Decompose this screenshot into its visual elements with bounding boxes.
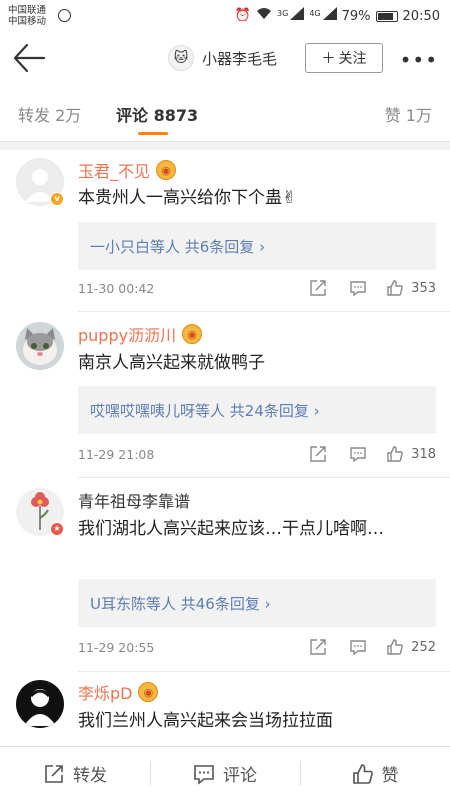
share-icon[interactable] <box>298 279 338 297</box>
plus-icon: ＋ <box>321 51 336 67</box>
carrier-info: 中国联通 中国移动 <box>8 5 46 27</box>
comment-item: v 玉君_不见 ◉ 本贵州人一高兴给你下个蛊✌ 一小只白等人 共6条回复 › 1… <box>0 150 450 312</box>
repost-icon <box>45 764 63 783</box>
vip-badge-icon: ◉ <box>156 160 177 180</box>
username-text[interactable]: 青年祖母李靠谱 <box>78 488 190 512</box>
tab-bar: 转发 2万 评论 8873 赞 1万 <box>0 84 450 142</box>
reply-icon[interactable] <box>338 445 378 463</box>
battery-icon <box>375 10 398 22</box>
thumbs-up-icon <box>352 763 373 784</box>
like-count: 318 <box>411 446 436 462</box>
comment-username[interactable]: 李烁pD ◉ <box>78 680 159 704</box>
comment-actions: 318 <box>298 445 436 463</box>
bottom-toolbar: 转发 评论 赞 <box>0 746 450 800</box>
reply-icon[interactable] <box>338 279 378 297</box>
like-button[interactable]: 318 <box>386 445 436 463</box>
title-bar: 🐱 小器李毛毛 ＋ 关注 ••• <box>0 32 450 84</box>
author-name[interactable]: 小器李毛毛 <box>202 48 277 69</box>
battery-percent: 79% <box>341 8 371 24</box>
comment-time: 11-29 20:55 <box>78 639 155 655</box>
network-3g-label: 3G <box>277 8 289 18</box>
comment-actions: 353 <box>298 279 436 297</box>
carrier-2: 中国移动 <box>8 16 47 27</box>
share-icon[interactable] <box>298 445 338 463</box>
comment-text: 我们湖北人高兴起来应该…干点儿啥啊… <box>78 519 384 539</box>
comment-text: 本贵州人一高兴给你下个蛊✌ <box>78 188 297 208</box>
like-count: 353 <box>411 280 436 296</box>
user-avatar[interactable] <box>16 680 64 728</box>
comment-button[interactable]: 评论 <box>150 747 300 800</box>
alarm-icon: ⏰ <box>234 8 252 23</box>
comment-item: puppy沥沥川 ◉ 南京人高兴起来就做鸭子 哎嘿哎嘿咦儿呀等人 共24条回复 … <box>0 312 450 478</box>
comment-text: 南京人高兴起来就做鸭子 <box>78 353 265 373</box>
like-post-button[interactable]: 赞 <box>300 747 450 800</box>
network-4g-label: 4G <box>309 8 321 18</box>
active-tab-indicator <box>138 132 168 135</box>
status-icons: ⏰ 3G 4G 79% 20:50 <box>234 6 440 26</box>
username-text[interactable]: 玉君_不见 <box>78 158 150 182</box>
comment-username[interactable]: 玉君_不见 ◉ <box>78 158 177 182</box>
back-button[interactable] <box>12 42 46 74</box>
carrier-1: 中国联通 <box>8 5 47 16</box>
user-avatar[interactable] <box>16 322 64 370</box>
verified-badge-icon: ★ <box>50 522 64 536</box>
like-label: 赞 <box>381 766 399 786</box>
share-icon[interactable] <box>298 638 338 656</box>
comment-item: 李烁pD ◉ 我们兰州人高兴起来会当场拉拉面 <box>0 672 450 746</box>
sim-icon <box>58 9 71 22</box>
username-text[interactable]: puppy沥沥川 <box>78 322 176 346</box>
vip-badge-icon: ◉ <box>182 324 203 344</box>
comment-username[interactable]: puppy沥沥川 ◉ <box>78 322 203 346</box>
person-avatar-icon <box>16 680 64 728</box>
vip-badge-icon: ◉ <box>138 682 159 702</box>
tab-repost[interactable]: 转发 2万 <box>18 102 81 126</box>
comment-username[interactable]: 青年祖母李靠谱 <box>78 488 190 512</box>
comment-item: ★ 青年祖母李靠谱 我们湖北人高兴起来应该…干点儿啥啊… U耳东陈等人 共46条… <box>0 478 450 672</box>
like-button[interactable]: 252 <box>386 638 436 656</box>
repost-label: 转发 <box>73 766 107 786</box>
section-divider <box>0 142 450 150</box>
signal-icon-2 <box>322 6 337 26</box>
author-info[interactable]: 🐱 小器李毛毛 <box>168 44 277 72</box>
follow-label: 关注 <box>338 51 367 67</box>
comment-icon <box>194 764 214 785</box>
comment-text: 我们兰州人高兴起来会当场拉拉面 <box>78 711 333 731</box>
thumbs-up-icon <box>387 280 403 296</box>
author-avatar[interactable]: 🐱 <box>168 45 194 71</box>
follow-button[interactable]: ＋ 关注 <box>305 43 383 73</box>
signal-icon-1 <box>290 6 305 26</box>
comment-time: 11-29 21:08 <box>78 446 155 462</box>
comment-meta: 11-29 20:55 252 <box>78 635 436 659</box>
status-bar: 中国联通 中国移动 ⏰ 3G 4G 79% 20:50 <box>0 0 450 32</box>
comment-time: 11-30 00:42 <box>78 280 155 296</box>
comment-meta: 11-29 21:08 318 <box>78 442 436 466</box>
comment-label: 评论 <box>223 766 257 786</box>
clock: 20:50 <box>402 8 440 24</box>
thumbs-up-icon <box>387 446 403 462</box>
comment-actions: 252 <box>298 638 436 656</box>
like-count: 252 <box>411 639 436 655</box>
tab-like[interactable]: 赞 1万 <box>385 102 432 126</box>
thumbs-up-icon <box>387 639 403 655</box>
repost-button[interactable]: 转发 <box>0 747 150 800</box>
like-button[interactable]: 353 <box>386 279 436 297</box>
cat-avatar-icon <box>16 322 64 370</box>
reply-summary[interactable]: 哎嘿哎嘿咦儿呀等人 共24条回复 › <box>78 386 436 434</box>
back-arrow-icon <box>13 43 46 73</box>
reply-summary[interactable]: U耳东陈等人 共46条回复 › <box>78 579 436 627</box>
username-text[interactable]: 李烁pD <box>78 680 132 704</box>
reply-icon[interactable] <box>338 638 378 656</box>
wifi-icon <box>256 7 272 26</box>
more-options-icon[interactable]: ••• <box>400 48 438 72</box>
reply-summary[interactable]: 一小只白等人 共6条回复 › <box>78 222 436 270</box>
comment-meta: 11-30 00:42 353 <box>78 276 436 300</box>
verified-badge-icon: v <box>50 192 64 206</box>
